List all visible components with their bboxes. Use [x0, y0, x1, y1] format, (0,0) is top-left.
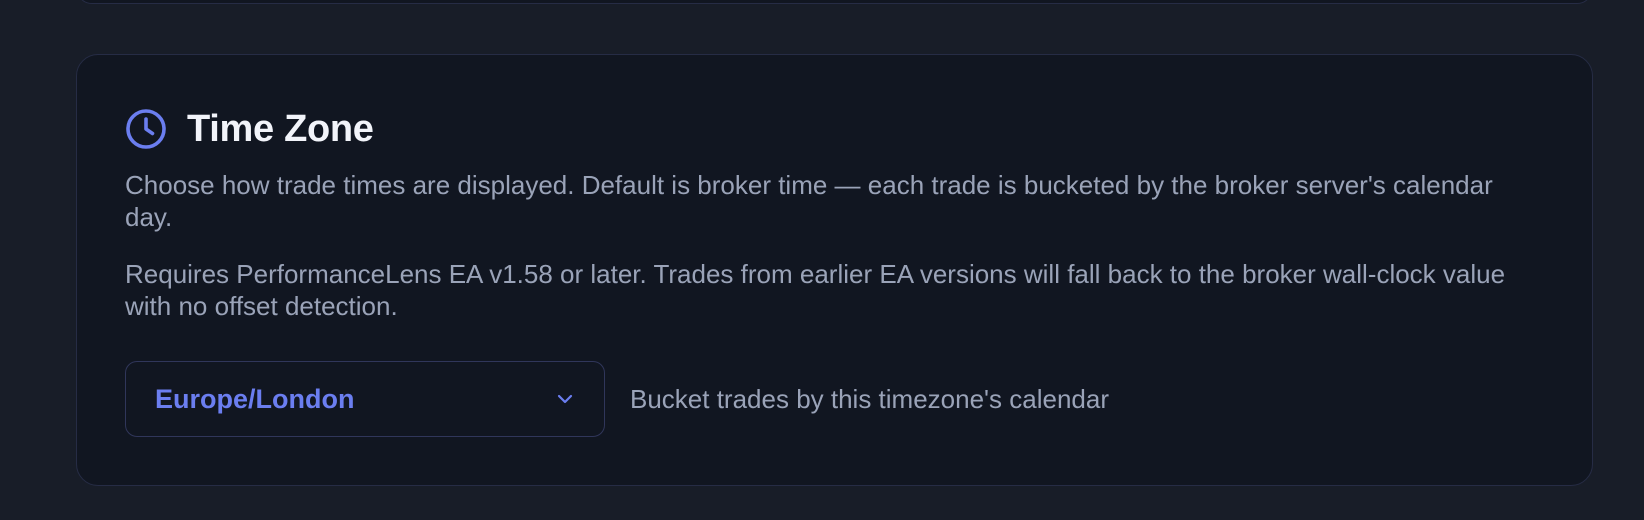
- timezone-select-hint: Bucket trades by this timezone's calenda…: [630, 383, 1109, 414]
- timezone-controls: Europe/London Bucket trades by this time…: [125, 361, 1109, 437]
- section-description: Choose how trade times are displayed. De…: [125, 170, 1493, 232]
- timezone-select-value: Europe/London: [155, 383, 355, 414]
- requirement-note: Requires PerformanceLens EA v1.58 or lat…: [125, 259, 1506, 321]
- timezone-settings-card: Time Zone Choose how trade times are dis…: [76, 54, 1593, 486]
- section-title: Time Zone: [187, 107, 374, 150]
- chevron-down-icon[interactable]: [554, 388, 576, 410]
- timezone-select[interactable]: Europe/London: [125, 361, 605, 437]
- section-header: Time Zone: [125, 107, 374, 151]
- previous-settings-card: [76, 0, 1593, 4]
- clock-icon: [125, 108, 167, 150]
